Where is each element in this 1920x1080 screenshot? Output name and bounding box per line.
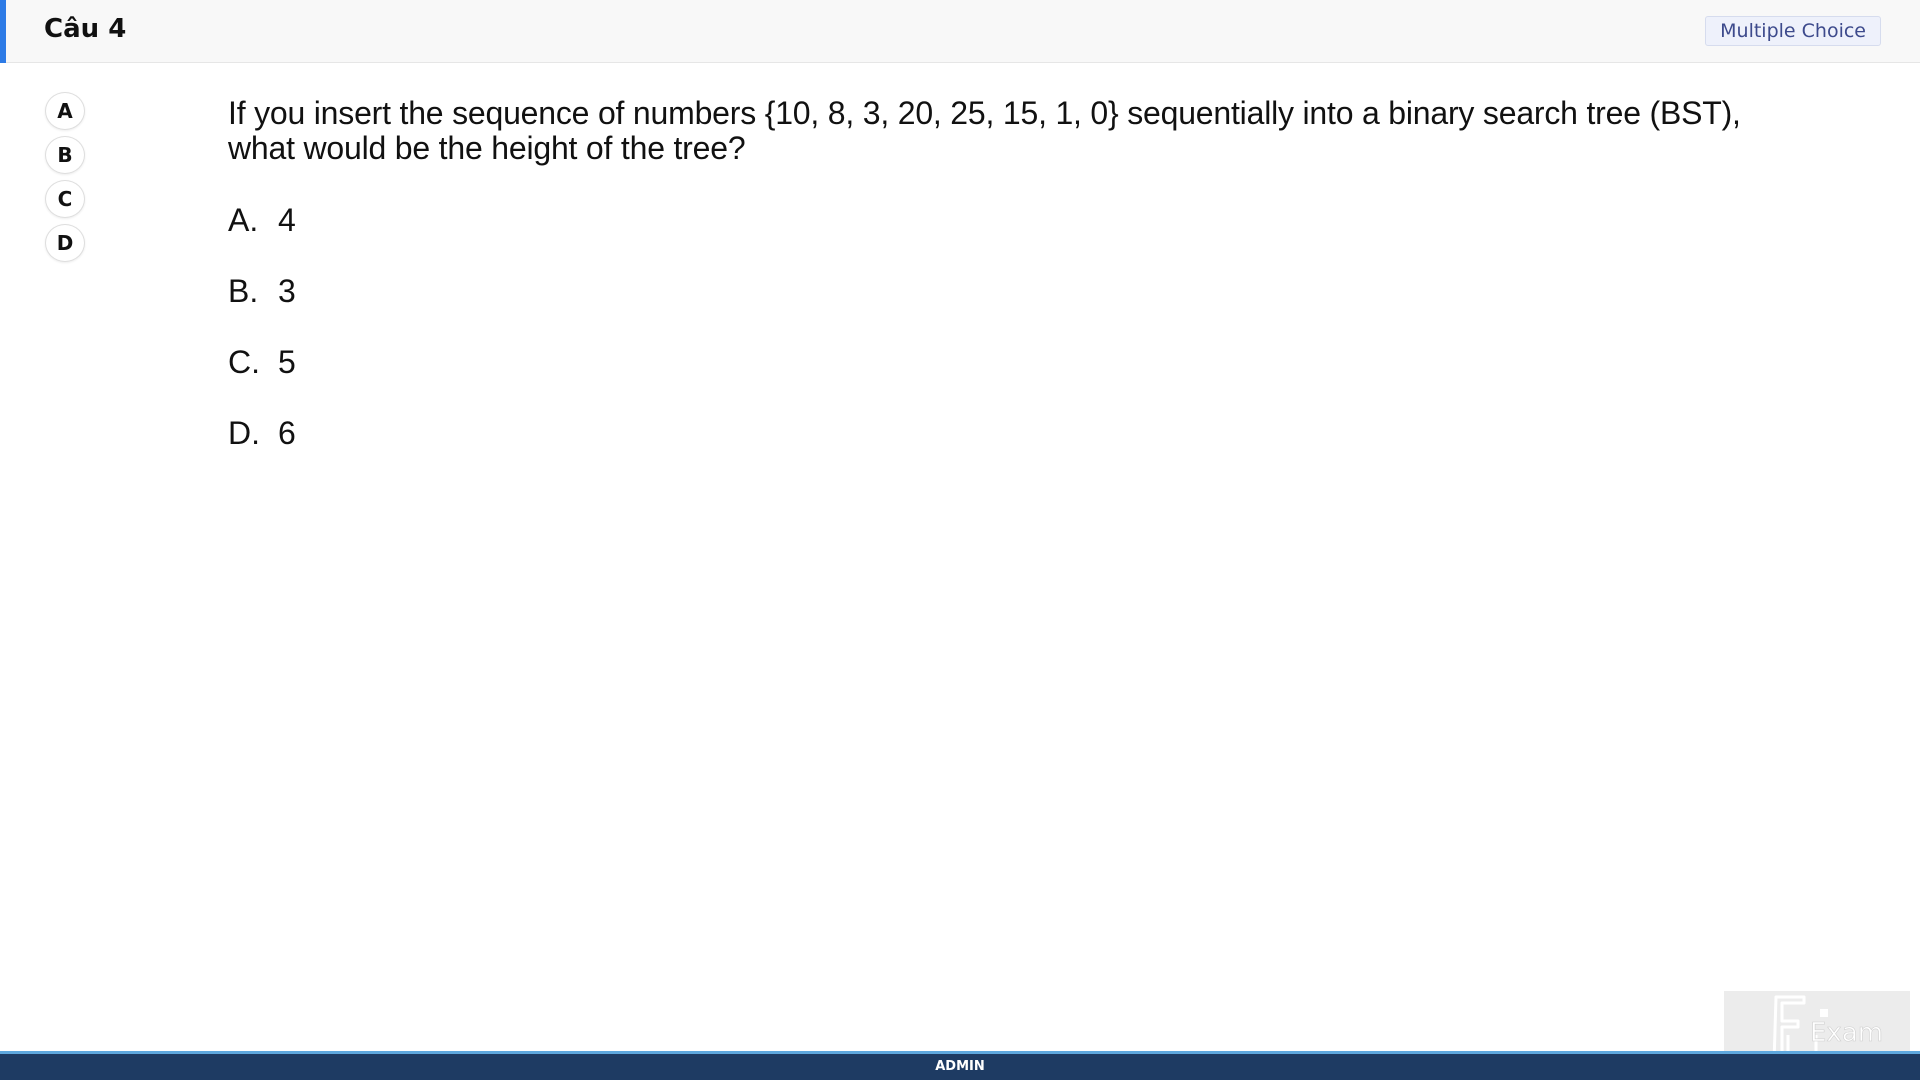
watermark-label: Exam — [1810, 1018, 1883, 1048]
option-letter: B. — [228, 273, 259, 309]
option-d: D. 6 — [228, 415, 1788, 451]
option-a: A. 4 — [228, 202, 1788, 238]
question-text: If you insert the sequence of numbers {1… — [228, 96, 1788, 166]
question-text-line-1: If you insert the sequence of numbers {1… — [228, 95, 1741, 131]
question-header: Câu 4 Multiple Choice — [0, 0, 1920, 63]
option-text: 6 — [278, 415, 296, 451]
header-accent-bar — [0, 0, 6, 63]
option-c: C. 5 — [228, 344, 1788, 380]
status-footer: ADMIN — [0, 1051, 1920, 1080]
option-list: A. 4 B. 3 C. 5 D. 6 — [228, 202, 1788, 451]
question-type-badge: Multiple Choice — [1705, 16, 1881, 46]
option-text: 5 — [278, 344, 296, 380]
option-letter: C. — [228, 344, 260, 380]
question-title: Câu 4 — [44, 14, 127, 44]
footer-user-label: ADMIN — [935, 1059, 985, 1074]
exam-window: Câu 4 Multiple Choice A B C D If you ins… — [0, 0, 1920, 1080]
answer-selector: A B C D — [45, 92, 85, 262]
answer-button-b[interactable]: B — [45, 136, 85, 174]
option-text: 3 — [278, 273, 296, 309]
option-letter: A. — [228, 202, 259, 238]
question-body: If you insert the sequence of numbers {1… — [228, 96, 1788, 486]
option-text: 4 — [278, 202, 296, 238]
answer-button-a[interactable]: A — [45, 92, 85, 130]
option-letter: D. — [228, 415, 260, 451]
option-b: B. 3 — [228, 273, 1788, 309]
answer-button-c[interactable]: C — [45, 180, 85, 218]
question-text-line-2: what would be the height of the tree? — [228, 130, 746, 166]
answer-button-d[interactable]: D — [45, 224, 85, 262]
